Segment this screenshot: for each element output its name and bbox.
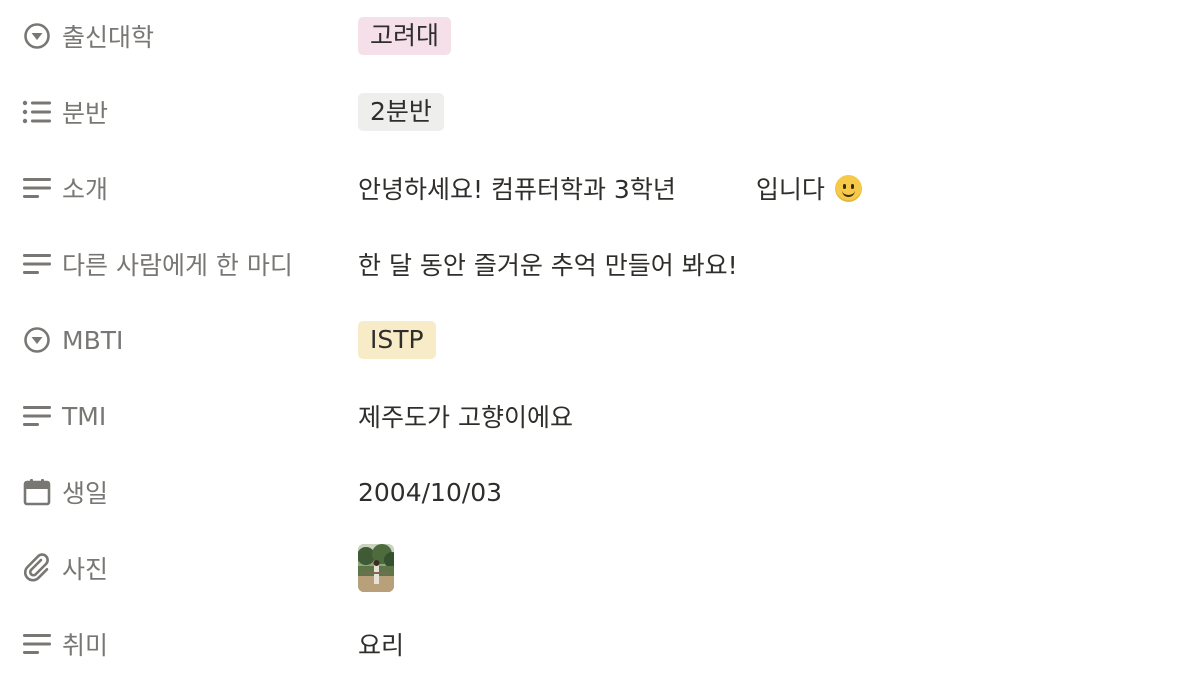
property-label-tmi[interactable]: TMI	[22, 396, 106, 436]
calendar-icon	[22, 477, 52, 507]
property-row-university: 출신대학 고려대	[0, 0, 1198, 72]
intro-text-part2: 입니다	[755, 175, 825, 204]
property-label-text: 사진	[62, 555, 109, 584]
multi-select-tag[interactable]: 2분반	[358, 93, 444, 131]
select-icon	[22, 325, 52, 355]
birthday-text: 2004/10/03	[358, 477, 503, 507]
property-value-message[interactable]: 한 달 동안 즐거운 추억 만들어 봐요!	[358, 244, 738, 284]
property-label-university[interactable]: 출신대학	[22, 16, 154, 56]
tmi-text: 제주도가 고향이에요	[358, 403, 573, 432]
property-row-intro: 소개 안녕하세요! 컴퓨터학과 3학년 입니다	[0, 152, 1198, 224]
select-icon	[22, 21, 52, 51]
message-text: 한 달 동안 즐거운 추억 만들어 봐요!	[358, 251, 738, 280]
property-label-intro[interactable]: 소개	[22, 168, 108, 208]
select-tag[interactable]: 고려대	[358, 17, 452, 55]
property-value-intro[interactable]: 안녕하세요! 컴퓨터학과 3학년 입니다	[358, 168, 862, 208]
property-row-hobby: 취미 요리	[0, 608, 1198, 680]
property-row-class: 분반 2분반	[0, 76, 1198, 148]
photo-thumbnail[interactable]	[358, 544, 394, 592]
properties-panel: 출신대학 고려대 분반 2분반 소개 안녕하세요! 컴퓨터학과 3학년 입니다	[0, 0, 1198, 680]
property-label-text: MBTI	[62, 325, 124, 355]
property-value-hobby[interactable]: 요리	[358, 624, 404, 664]
attachment-icon	[22, 553, 52, 583]
smiley-emoji-icon	[834, 174, 862, 202]
select-tag[interactable]: ISTP	[358, 321, 436, 359]
property-label-text: 취미	[62, 631, 109, 660]
text-icon	[22, 249, 52, 279]
property-row-mbti: MBTI ISTP	[0, 304, 1198, 376]
property-row-photo: 사진	[0, 532, 1198, 604]
property-value-photo[interactable]	[358, 544, 394, 592]
property-label-hobby[interactable]: 취미	[22, 624, 108, 664]
property-value-tmi[interactable]: 제주도가 고향이에요	[358, 396, 573, 436]
property-label-text: 다른 사람에게 한 마디	[62, 251, 293, 280]
property-value-class[interactable]: 2분반	[358, 92, 444, 132]
hobby-text: 요리	[358, 631, 405, 660]
property-row-message: 다른 사람에게 한 마디 한 달 동안 즐거운 추억 만들어 봐요!	[0, 228, 1198, 300]
property-label-text: 생일	[62, 479, 109, 508]
property-label-photo[interactable]: 사진	[22, 548, 108, 588]
property-label-text: TMI	[62, 401, 107, 431]
property-label-class[interactable]: 분반	[22, 92, 108, 132]
text-icon	[22, 629, 52, 659]
property-label-birthday[interactable]: 생일	[22, 472, 108, 512]
text-icon	[22, 173, 52, 203]
property-row-tmi: TMI 제주도가 고향이에요	[0, 380, 1198, 452]
property-label-mbti[interactable]: MBTI	[22, 320, 123, 360]
list-icon	[22, 97, 52, 127]
property-row-birthday: 생일 2004/10/03	[0, 456, 1198, 528]
property-value-university[interactable]: 고려대	[358, 16, 452, 56]
intro-text-part1: 안녕하세요! 컴퓨터학과 3학년	[358, 175, 676, 204]
text-icon	[22, 401, 52, 431]
property-value-mbti[interactable]: ISTP	[358, 320, 436, 360]
property-label-message[interactable]: 다른 사람에게 한 마디	[22, 244, 293, 284]
property-label-text: 출신대학	[62, 23, 155, 52]
property-label-text: 소개	[62, 175, 109, 204]
property-value-birthday[interactable]: 2004/10/03	[358, 472, 502, 512]
property-label-text: 분반	[62, 99, 109, 128]
